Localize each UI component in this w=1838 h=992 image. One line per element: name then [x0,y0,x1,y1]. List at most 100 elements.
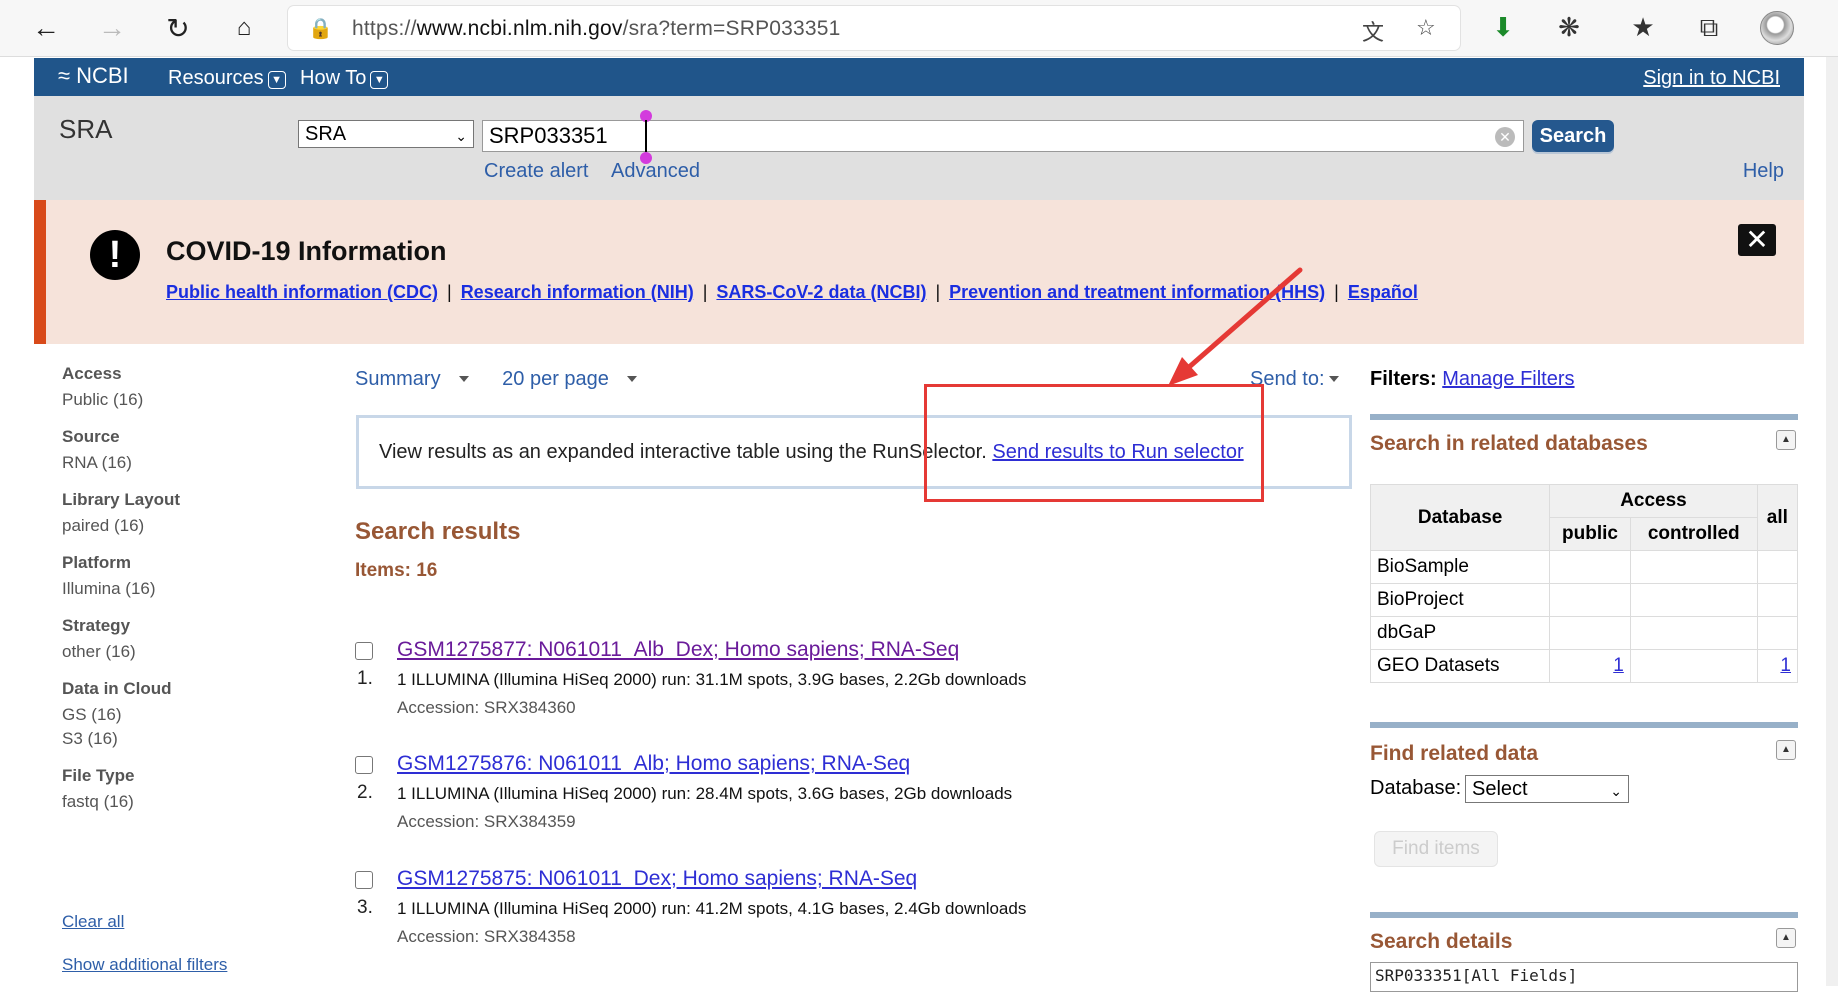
table-row: GEO Datasets 1 1 [1369,649,1799,683]
find-items-button[interactable]: Find items [1374,831,1498,867]
related-databases-title: Search in related databases [1370,432,1648,455]
geo-public-count-link[interactable]: 1 [1613,655,1624,676]
collapse-icon[interactable]: ▲ [1776,430,1796,450]
geo-all-count-link[interactable]: 1 [1780,655,1791,676]
count-public [1549,616,1631,650]
results-title: Search results [355,518,521,545]
translate-icon[interactable]: 文 [1362,15,1384,47]
favorite-add-icon[interactable]: ☆ [1416,15,1436,41]
filter-item[interactable]: RNA (16) [62,453,292,473]
filter-item[interactable]: GS (16) [62,705,292,725]
filter-item[interactable]: Illumina (16) [62,579,292,599]
format-dropdown[interactable]: Summary [355,368,483,390]
filter-heading: Source [62,427,120,446]
count-all: 1 [1756,649,1799,683]
show-additional-filters-link[interactable]: Show additional filters [62,955,227,975]
db-name: BioProject [1369,583,1551,617]
count-all [1756,616,1799,650]
result-title-link[interactable]: GSM1275876: N061011_Alb; Homo sapiens; R… [397,752,910,776]
filter-item[interactable]: other (16) [62,642,292,662]
database-label: Database: [1370,777,1462,799]
related-database-select[interactable]: Select ⌄ [1465,775,1629,803]
browser-toolbar: ← → ↻ ⌂ 🔒 https://www.ncbi.nlm.nih.gov/s… [0,0,1838,57]
result-checkbox[interactable] [355,756,373,774]
result-description: 1 ILLUMINA (Illumina HiSeq 2000) run: 31… [397,670,1027,689]
result-description: 1 ILLUMINA (Illumina HiSeq 2000) run: 28… [397,784,1013,803]
sign-in-link[interactable]: Sign in to NCBI [1643,67,1780,90]
col-controlled: controlled [1629,517,1758,551]
reload-icon[interactable]: ↻ [160,10,196,46]
result-checkbox[interactable] [355,871,373,889]
covid-link-cdc[interactable]: Public health information (CDC) [166,282,438,302]
advanced-search-link[interactable]: Advanced [611,160,700,183]
filter-heading: Strategy [62,616,131,635]
collapse-icon[interactable]: ▲ [1776,928,1796,948]
clear-all-link[interactable]: Clear all [62,912,124,932]
filter-heading: File Type [62,766,135,785]
filter-item[interactable]: paired (16) [62,516,292,536]
result-number: 3. [357,897,373,918]
favorites-icon[interactable]: ★ [1626,12,1660,43]
count-all [1756,550,1799,584]
filter-group-strategy: Strategy other (16) [62,616,292,662]
filter-heading: Access [62,364,122,383]
section-divider [1370,912,1798,918]
collections-icon[interactable]: ⧉ [1692,12,1726,44]
search-button[interactable]: Search [1532,120,1614,152]
result-accession: Accession: SRX384359 [397,812,576,831]
create-alert-link[interactable]: Create alert [484,160,589,183]
lock-icon[interactable]: 🔒 [308,16,333,41]
address-bar[interactable]: 🔒 https://www.ncbi.nlm.nih.gov/sra?term=… [288,6,1460,50]
covid-link-ncbi[interactable]: SARS-CoV-2 data (NCBI) [716,282,926,302]
count-public [1549,583,1631,617]
runselector-text: View results as an expanded interactive … [379,441,987,463]
page-scrollbar[interactable] [1826,57,1838,986]
result-title-link[interactable]: GSM1275877: N061011_Alb_Dex; Homo sapien… [397,638,959,662]
help-link[interactable]: Help [1743,160,1784,183]
count-controlled [1629,550,1758,584]
filter-group-source: Source RNA (16) [62,427,292,473]
database-select[interactable]: SRA ⌄ [298,120,474,148]
back-icon[interactable]: ← [28,10,64,46]
filter-item[interactable]: Public (16) [62,390,292,410]
ncbi-header: ≈ NCBI Resources ▼ How To ▼ Sign in to NCBI [34,58,1804,96]
table-row: BioProject [1369,583,1799,617]
caret-down-icon [626,376,637,382]
extensions-icon[interactable]: ❋ [1552,12,1586,43]
chevron-down-icon: ⌄ [455,128,467,144]
collapse-icon[interactable]: ▲ [1776,740,1796,760]
filter-item[interactable]: S3 (16) [62,729,292,749]
result-accession: Accession: SRX384358 [397,927,576,946]
close-icon[interactable]: ✕ [1738,224,1776,256]
section-divider [1370,414,1798,420]
related-databases-table: Database Access all public controlled Bi… [1369,484,1799,683]
search-input[interactable]: SRP033351 ✕ [482,120,1524,152]
download-icon[interactable]: ⬇ [1486,12,1520,43]
ncbi-logo-icon: ≈ [58,63,71,88]
resources-menu[interactable]: Resources ▼ [168,67,286,90]
result-checkbox[interactable] [355,642,373,660]
ncbi-logo[interactable]: ≈ NCBI [58,63,129,89]
clear-icon[interactable]: ✕ [1495,127,1515,147]
result-title-link[interactable]: GSM1275875: N061011_Dex; Homo sapiens; R… [397,867,917,891]
text-cursor [645,120,647,152]
covid-banner: ! COVID-19 Information Public health inf… [34,200,1804,344]
home-icon[interactable]: ⌂ [226,10,262,46]
search-details-query[interactable]: SRP033351[All Fields] [1370,962,1798,992]
chevron-down-icon: ▼ [370,71,389,89]
covid-link-espanol[interactable]: Español [1348,282,1418,302]
annotation-highlight-box [924,384,1264,502]
display-settings: Summary 20 per page [355,368,665,391]
covid-link-nih[interactable]: Research information (NIH) [461,282,694,302]
per-page-dropdown[interactable]: 20 per page [502,368,651,390]
caret-down-icon [458,376,469,382]
forward-icon[interactable]: → [94,10,130,46]
filter-group-file-type: File Type fastq (16) [62,766,292,812]
filter-item[interactable]: fastq (16) [62,792,292,812]
profile-avatar[interactable] [1760,11,1794,45]
url-text: https://www.ncbi.nlm.nih.gov/sra?term=SR… [352,17,841,40]
col-database: Database [1369,484,1551,551]
manage-filters-link[interactable]: Manage Filters [1442,368,1574,390]
chevron-down-icon: ▼ [267,71,286,89]
howto-menu[interactable]: How To ▼ [300,67,389,90]
